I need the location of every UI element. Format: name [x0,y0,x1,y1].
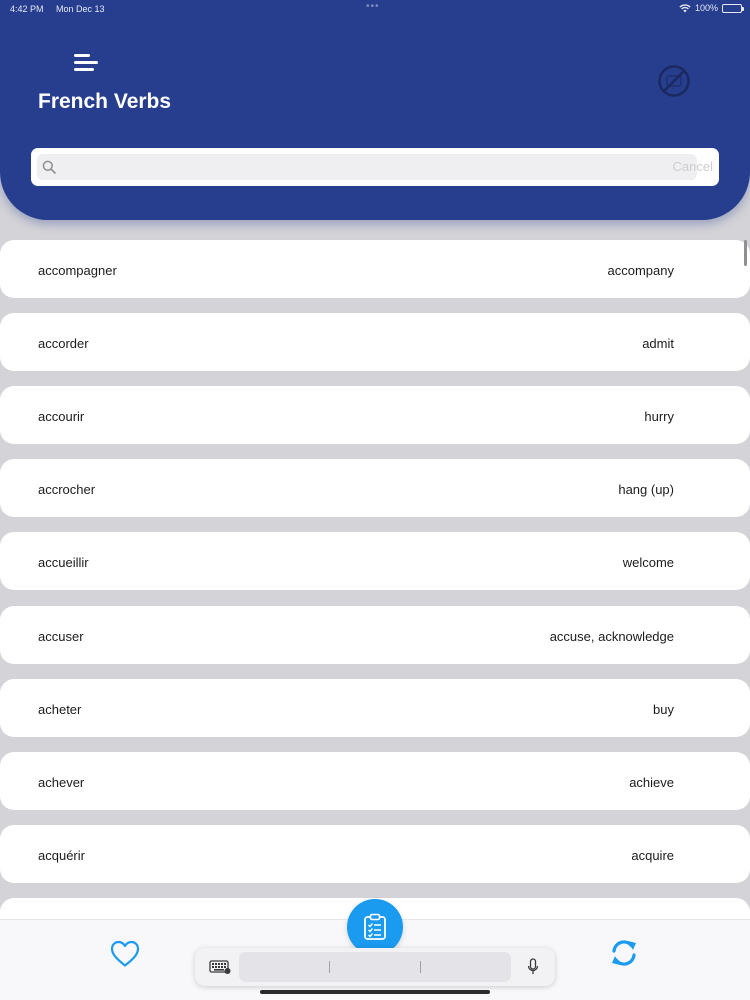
page-title: French Verbs [38,90,172,113]
header: French Verbs Cancel [0,0,750,220]
verb-french: acquérir [38,848,85,863]
quiz-button[interactable] [347,899,403,955]
verb-french: achever [38,775,85,790]
verb-english: admit [642,336,674,351]
refresh-icon[interactable] [609,938,639,968]
list-item[interactable]: achever achieve [0,752,750,810]
list-item[interactable]: accrocher hang (up) [0,459,750,517]
verb-french: accrocher [38,482,96,497]
home-indicator [260,990,490,994]
verb-french: accourir [38,409,85,424]
verb-english: acquire [631,848,674,863]
status-right: 100% [679,3,744,13]
search-input[interactable] [61,154,691,180]
keyboard-shortcut-bar [195,948,555,986]
search-icon [42,160,56,174]
search-field[interactable] [37,154,697,180]
microphone-icon[interactable] [527,958,539,976]
list-item[interactable]: acheter buy [0,679,750,737]
clipboard-icon [364,913,386,940]
cancel-button[interactable]: Cancel [673,159,713,174]
verb-french: accompagner [38,263,117,278]
list-item[interactable]: accueillir welcome [0,532,750,590]
heart-icon[interactable] [110,940,140,968]
verb-english: accompany [607,263,674,278]
verb-english: hang (up) [618,482,674,497]
verb-french: accuser [38,629,84,644]
battery-icon [722,3,744,13]
no-ads-icon[interactable] [657,64,691,98]
list-item[interactable]: accompagner accompany [0,240,750,298]
status-time: 4:42 PM [10,4,44,14]
status-bar: 4:42 PM Mon Dec 13 ••• 100% [0,0,750,18]
predictive-text-strip[interactable] [239,952,511,982]
menu-icon[interactable] [74,54,100,76]
list-item[interactable]: accuser accuse, acknowledge [0,606,750,664]
list-item[interactable]: acquérir acquire [0,825,750,883]
wifi-icon [679,3,691,12]
verb-french: accorder [38,336,89,351]
multitasking-dots-icon[interactable]: ••• [366,1,380,12]
verb-english: welcome [622,555,674,570]
verb-english: achieve [629,775,674,790]
scroll-indicator[interactable] [744,240,747,266]
list-item[interactable]: accourir hurry [0,386,750,444]
keyboard-icon[interactable] [209,960,231,974]
list-item[interactable]: accorder admit [0,313,750,371]
status-date: Mon Dec 13 [56,4,105,14]
verb-english: buy [653,702,674,717]
battery-percent: 100% [694,3,718,13]
verb-english: accuse, acknowledge [549,629,674,644]
verb-french: acheter [38,702,82,717]
search-bar: Cancel [31,148,719,186]
verb-french: accueillir [38,555,89,570]
verb-english: hurry [644,409,674,424]
